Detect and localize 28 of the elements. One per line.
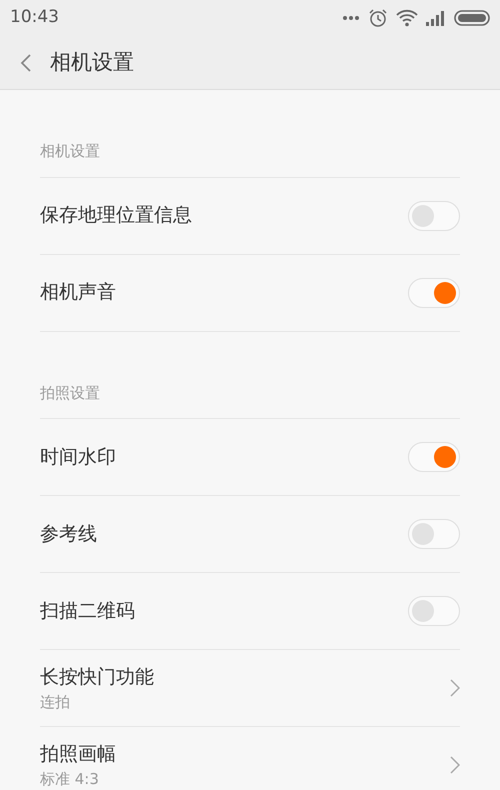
signal-icon bbox=[426, 10, 446, 26]
section-header: 相机设置 bbox=[40, 90, 460, 178]
setting-label: 相机声音 bbox=[40, 280, 116, 306]
toggle-switch[interactable] bbox=[408, 596, 460, 626]
setting-value: 连拍 bbox=[40, 692, 71, 713]
setting-value: 标准 4:3 bbox=[40, 769, 100, 790]
toggle-switch[interactable] bbox=[408, 278, 460, 308]
setting-label: 长按快门功能 bbox=[40, 664, 154, 690]
setting-label: 保存地理位置信息 bbox=[40, 203, 192, 228]
status-time: 10:43 bbox=[10, 6, 59, 30]
wifi-icon bbox=[396, 9, 418, 27]
page-title: 相机设置 bbox=[50, 48, 134, 76]
settings-row[interactable]: 长按快门功能 连拍 bbox=[40, 650, 460, 727]
chevron-right-icon bbox=[450, 679, 460, 697]
setting-label: 参考线 bbox=[40, 522, 97, 547]
setting-label: 时间水印 bbox=[40, 444, 116, 470]
section-header: 拍照设置 bbox=[40, 332, 460, 419]
setting-label: 扫描二维码 bbox=[40, 598, 135, 624]
toggle-switch[interactable] bbox=[408, 200, 460, 230]
setting-label: 拍照画幅 bbox=[40, 742, 116, 766]
settings-row[interactable]: 拍照画幅 标准 4:3 bbox=[40, 727, 460, 790]
more-icon bbox=[342, 15, 360, 21]
chevron-right-icon bbox=[450, 756, 460, 774]
toggle-switch[interactable] bbox=[408, 519, 460, 549]
back-icon[interactable] bbox=[20, 52, 32, 72]
toggle-switch[interactable] bbox=[408, 442, 460, 472]
battery-icon bbox=[454, 10, 490, 26]
alarm-icon bbox=[368, 8, 388, 28]
